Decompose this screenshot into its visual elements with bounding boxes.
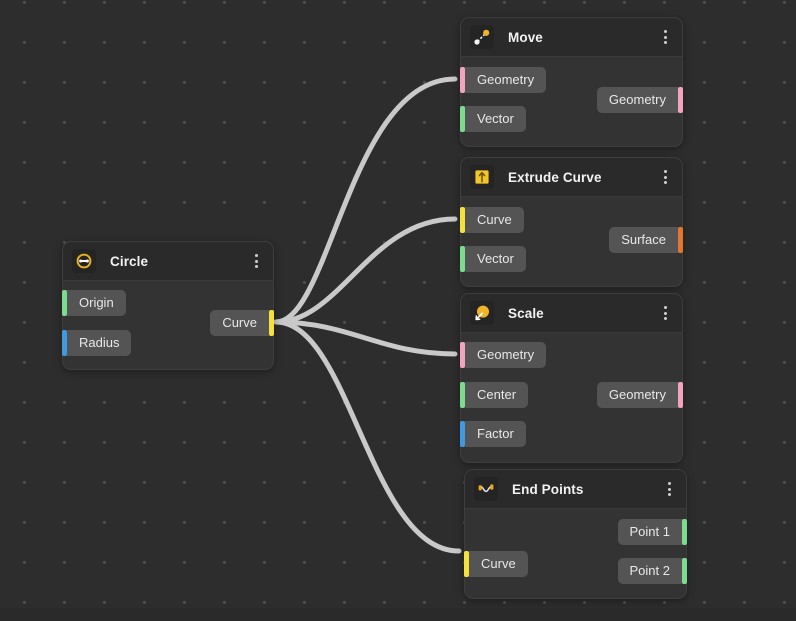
node-move[interactable]: Move Geometry Vector Geometry bbox=[460, 17, 683, 147]
socket-label: Geometry bbox=[596, 382, 678, 408]
connection-wire[interactable] bbox=[273, 319, 458, 357]
node-extrude-curve[interactable]: Extrude Curve Curve Vector Surface bbox=[460, 157, 683, 287]
socket-label: Vector bbox=[465, 246, 526, 272]
scale-icon bbox=[470, 301, 494, 325]
socket-label: Vector bbox=[465, 106, 526, 132]
node-header-extrude-curve[interactable]: Extrude Curve bbox=[461, 158, 682, 197]
input-socket-curve[interactable]: Curve bbox=[464, 551, 528, 577]
socket-label: Curve bbox=[469, 551, 528, 577]
socket-label: Geometry bbox=[596, 87, 678, 113]
node-graph-canvas[interactable]: Circle Origin Radius Curve Move Geometry Vecto… bbox=[0, 0, 796, 621]
socket-pin-geometry[interactable] bbox=[678, 87, 683, 113]
output-socket-point-2[interactable]: Point 2 bbox=[617, 558, 687, 584]
input-socket-radius[interactable]: Radius bbox=[62, 330, 132, 356]
node-title-move: Move bbox=[508, 29, 543, 45]
end-points-icon bbox=[474, 477, 498, 501]
output-socket-surface[interactable]: Surface bbox=[609, 227, 683, 253]
input-socket-origin[interactable]: Origin bbox=[62, 290, 126, 316]
node-header-scale[interactable]: Scale bbox=[461, 294, 682, 333]
node-title-extrude-curve: Extrude Curve bbox=[508, 169, 602, 185]
node-circle[interactable]: Circle Origin Radius Curve bbox=[62, 241, 274, 370]
node-header-circle[interactable]: Circle bbox=[63, 242, 273, 281]
connection-wire[interactable] bbox=[273, 76, 458, 325]
node-header-move[interactable]: Move bbox=[461, 18, 682, 57]
kebab-menu-icon[interactable] bbox=[658, 167, 672, 187]
node-body-scale: Geometry Center Factor Geometry bbox=[460, 333, 683, 464]
input-socket-curve[interactable]: Curve bbox=[460, 207, 524, 233]
node-header-end-points[interactable]: End Points bbox=[465, 470, 686, 509]
canvas-bottom-edge bbox=[0, 608, 796, 621]
node-body-circle: Origin Radius Curve bbox=[62, 281, 274, 371]
output-socket-point-1[interactable]: Point 1 bbox=[617, 519, 687, 545]
input-socket-vector[interactable]: Vector bbox=[460, 246, 526, 272]
node-title-circle: Circle bbox=[110, 253, 149, 269]
socket-label: Origin bbox=[67, 290, 126, 316]
input-socket-factor[interactable]: Factor bbox=[460, 421, 526, 447]
socket-label: Center bbox=[465, 382, 529, 408]
node-end-points[interactable]: End Points Curve Point 1 Point 2 bbox=[464, 469, 687, 599]
socket-pin-point[interactable] bbox=[682, 519, 687, 545]
connection-wire[interactable] bbox=[273, 216, 458, 325]
socket-pin-geometry[interactable] bbox=[678, 382, 683, 408]
socket-label: Geometry bbox=[465, 67, 547, 93]
socket-label: Curve bbox=[210, 310, 269, 336]
output-socket-curve[interactable]: Curve bbox=[210, 310, 274, 336]
node-scale[interactable]: Scale Geometry Center Factor Geometry bbox=[460, 293, 683, 463]
circle-curve-icon bbox=[72, 249, 96, 273]
kebab-menu-icon[interactable] bbox=[249, 251, 263, 271]
socket-label: Point 2 bbox=[617, 558, 682, 584]
kebab-menu-icon[interactable] bbox=[658, 303, 672, 323]
move-icon bbox=[470, 25, 494, 49]
socket-label: Geometry bbox=[465, 342, 547, 368]
kebab-menu-icon[interactable] bbox=[658, 27, 672, 47]
socket-label: Curve bbox=[465, 207, 524, 233]
socket-pin-surface[interactable] bbox=[678, 227, 683, 253]
input-socket-geometry[interactable]: Geometry bbox=[460, 342, 547, 368]
socket-label: Factor bbox=[465, 421, 526, 447]
node-body-end-points: Curve Point 1 Point 2 bbox=[464, 509, 687, 600]
output-socket-geometry[interactable]: Geometry bbox=[596, 382, 683, 408]
node-title-scale: Scale bbox=[508, 305, 544, 321]
node-body-extrude-curve: Curve Vector Surface bbox=[460, 197, 683, 288]
node-title-end-points: End Points bbox=[512, 481, 584, 497]
node-body-move: Geometry Vector Geometry bbox=[460, 57, 683, 148]
socket-label: Surface bbox=[609, 227, 678, 253]
socket-pin-point[interactable] bbox=[682, 558, 687, 584]
socket-pin-curve[interactable] bbox=[269, 310, 274, 336]
input-socket-vector[interactable]: Vector bbox=[460, 106, 526, 132]
input-socket-geometry[interactable]: Geometry bbox=[460, 67, 547, 93]
kebab-menu-icon[interactable] bbox=[662, 479, 676, 499]
socket-label: Radius bbox=[67, 330, 132, 356]
extrude-curve-icon bbox=[470, 165, 494, 189]
connection-wire[interactable] bbox=[273, 319, 462, 554]
socket-label: Point 1 bbox=[617, 519, 682, 545]
output-socket-geometry[interactable]: Geometry bbox=[596, 87, 683, 113]
input-socket-center[interactable]: Center bbox=[460, 382, 529, 408]
